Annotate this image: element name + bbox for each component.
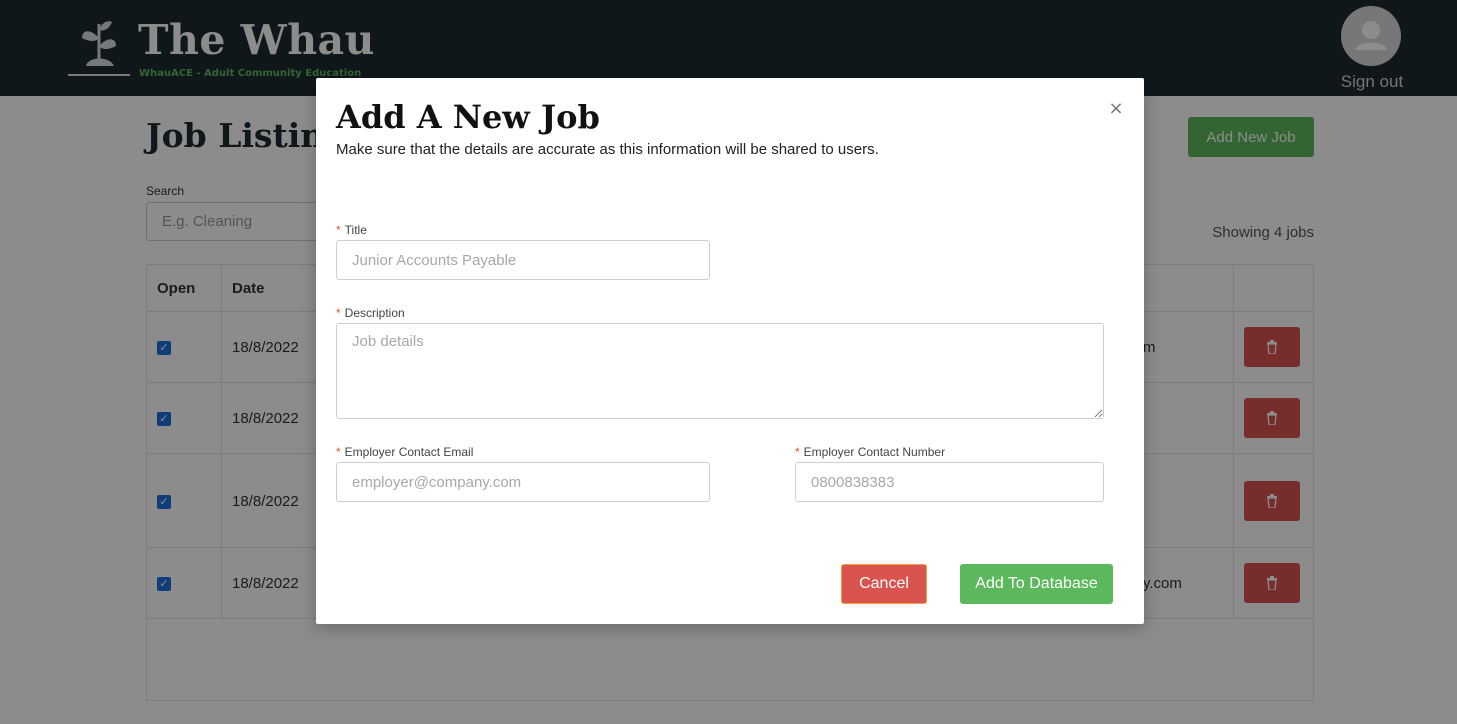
title-field-label: * Title — [336, 223, 367, 237]
employer-phone-input[interactable] — [795, 462, 1104, 502]
required-marker: * — [336, 223, 341, 237]
modal-title: Add A New Job — [336, 98, 600, 136]
title-input[interactable] — [336, 240, 710, 280]
required-marker: * — [336, 306, 341, 320]
title-label-text: Title — [344, 223, 367, 237]
description-textarea[interactable] — [336, 323, 1104, 419]
description-field-label: * Description — [336, 306, 405, 320]
cancel-button[interactable]: Cancel — [841, 564, 927, 604]
phone-field-label: * Employer Contact Number — [795, 445, 945, 459]
email-field-label: * Employer Contact Email — [336, 445, 473, 459]
add-to-database-button[interactable]: Add To Database — [960, 564, 1113, 604]
required-marker: * — [795, 445, 800, 459]
modal-subtitle: Make sure that the details are accurate … — [336, 141, 879, 158]
phone-label-text: Employer Contact Number — [803, 445, 946, 459]
employer-email-input[interactable] — [336, 462, 710, 502]
close-icon[interactable]: × — [1107, 100, 1125, 118]
description-label-text: Description — [344, 306, 405, 320]
email-label-text: Employer Contact Email — [344, 445, 474, 459]
required-marker: * — [336, 445, 341, 459]
